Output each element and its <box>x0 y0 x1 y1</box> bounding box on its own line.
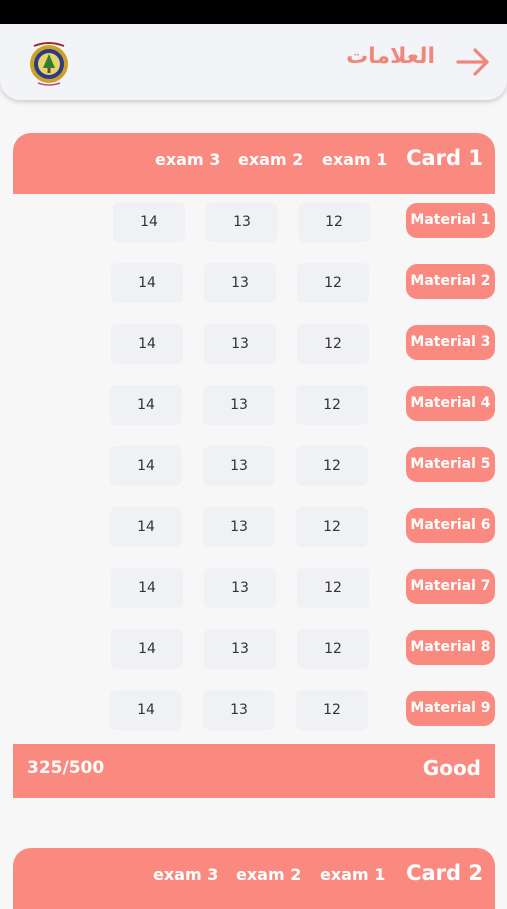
table-row: Material 9 12 13 14 <box>0 690 507 732</box>
grade-cell: 12 <box>297 324 369 364</box>
grade-cell: 14 <box>111 568 183 608</box>
total-score: 325/500 <box>27 758 105 778</box>
grade-cell: 12 <box>297 568 369 608</box>
exam-header-1: exam 1 <box>322 150 388 169</box>
school-emblem-icon <box>24 38 74 88</box>
table-row: Material 8 12 13 14 <box>0 629 507 671</box>
grade-cell: 13 <box>204 263 276 303</box>
material-pill[interactable]: Material 8 <box>406 630 495 665</box>
arrow-right-icon[interactable] <box>455 46 491 78</box>
grade-cell: 14 <box>113 202 185 242</box>
grade-cell: 12 <box>297 629 369 669</box>
exam-header-2: exam 2 <box>238 150 304 169</box>
rating-label: Good <box>422 756 481 780</box>
grade-cell: 12 <box>298 202 370 242</box>
grade-cell: 13 <box>203 690 275 730</box>
table-row: Material 6 12 13 14 <box>0 507 507 549</box>
grade-cell: 14 <box>111 629 183 669</box>
table-row: Material 4 12 13 14 <box>0 385 507 427</box>
grade-cell: 12 <box>296 690 368 730</box>
material-pill[interactable]: Material 6 <box>406 508 495 543</box>
grade-cell: 12 <box>296 385 368 425</box>
exam-header-3: exam 3 <box>155 150 221 169</box>
grade-cell: 12 <box>296 446 368 486</box>
material-pill[interactable]: Material 4 <box>406 386 495 421</box>
exam-header-2: exam 2 <box>236 865 302 884</box>
app-bar: العلامات <box>0 24 507 100</box>
grade-cell: 12 <box>297 263 369 303</box>
grade-cell: 13 <box>203 385 275 425</box>
table-row: Material 1 12 13 14 <box>0 202 507 244</box>
card-header: Card 1 exam 1 exam 2 exam 3 <box>13 133 495 194</box>
grade-cell: 14 <box>110 385 182 425</box>
card-summary: 325/500 Good <box>13 744 495 798</box>
material-pill[interactable]: Material 1 <box>406 203 495 238</box>
table-row: Material 7 12 13 14 <box>0 568 507 610</box>
grade-cell: 13 <box>203 446 275 486</box>
grade-cell: 14 <box>111 324 183 364</box>
page-title: العلامات <box>346 44 435 69</box>
grade-cell: 14 <box>110 507 182 547</box>
grade-cell: 13 <box>204 568 276 608</box>
material-pill[interactable]: Material 5 <box>406 447 495 482</box>
table-row: Material 2 12 13 14 <box>0 263 507 305</box>
material-pill[interactable]: Material 9 <box>406 691 495 726</box>
exam-header-1: exam 1 <box>320 865 386 884</box>
status-bar <box>0 0 507 24</box>
grade-cell: 13 <box>204 324 276 364</box>
grade-cell: 13 <box>206 202 278 242</box>
grade-cell: 14 <box>110 690 182 730</box>
exam-header-3: exam 3 <box>153 865 219 884</box>
material-pill[interactable]: Material 3 <box>406 325 495 360</box>
grade-cell: 12 <box>296 507 368 547</box>
grade-cell: 14 <box>110 446 182 486</box>
grade-cell: 13 <box>203 507 275 547</box>
grade-cell: 13 <box>204 629 276 669</box>
card-title: Card 1 <box>406 146 483 170</box>
table-row: Material 3 12 13 14 <box>0 324 507 366</box>
grade-cell: 14 <box>111 263 183 303</box>
card-title: Card 2 <box>406 861 483 885</box>
material-pill[interactable]: Material 7 <box>406 569 495 604</box>
material-pill[interactable]: Material 2 <box>406 264 495 299</box>
table-row: Material 5 12 13 14 <box>0 446 507 488</box>
